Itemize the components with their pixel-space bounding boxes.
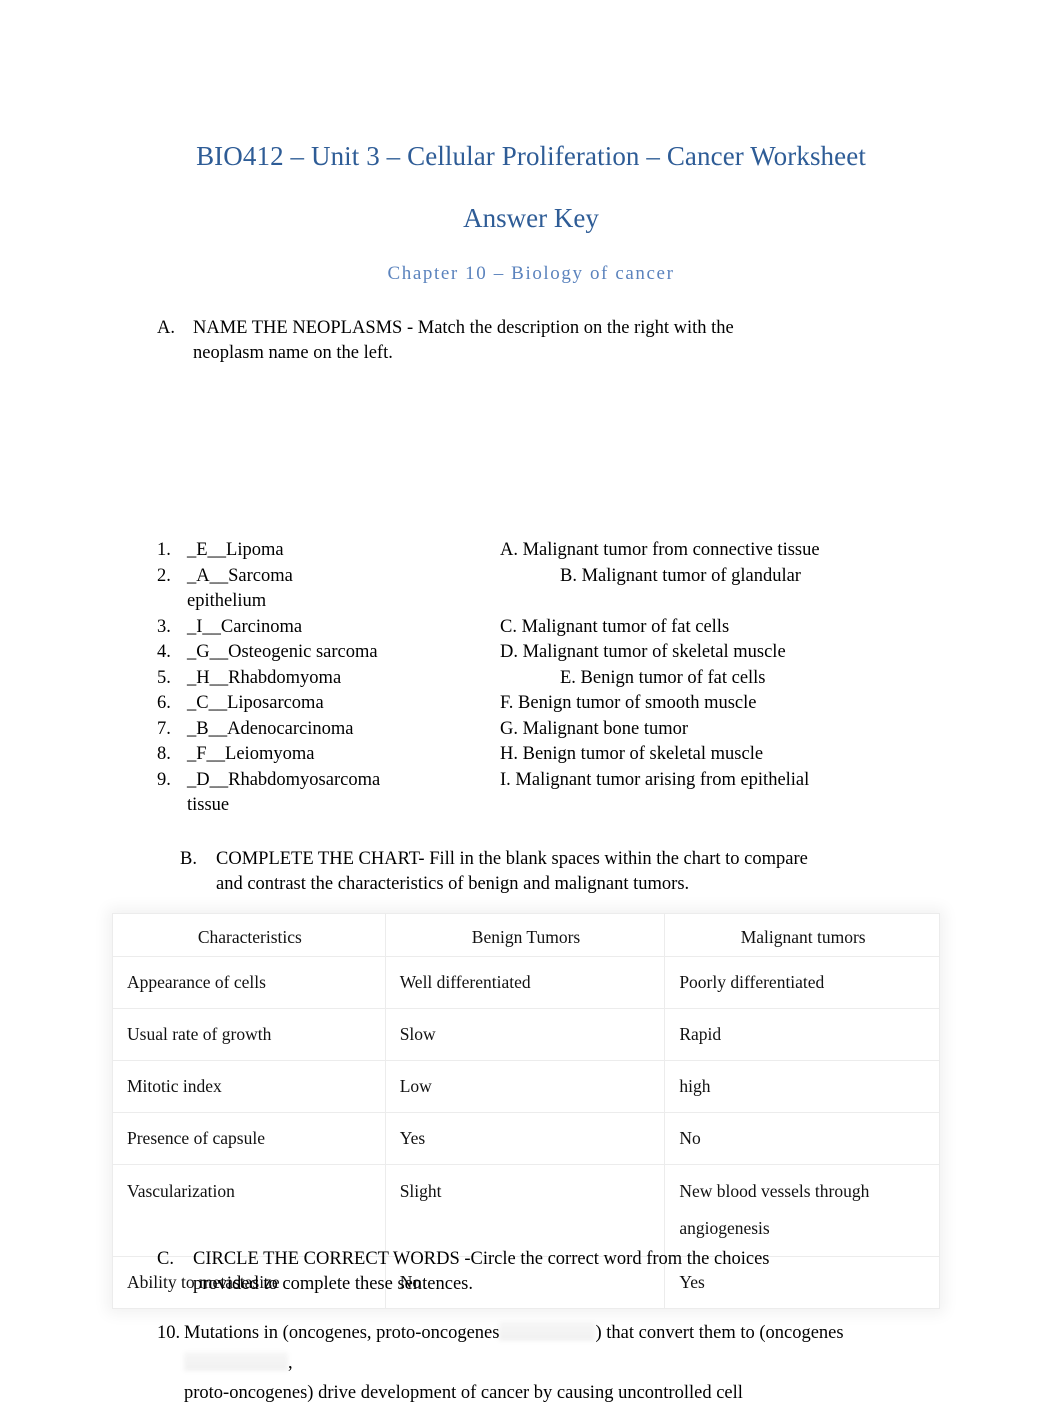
list-item: 3. _I__Carcinoma [157, 615, 497, 641]
list-item-number: 2. [157, 565, 171, 586]
list-item: 2. _A__Sarcoma [157, 564, 497, 590]
list-item-answer: _B__Adenocarcinoma [187, 718, 354, 739]
list-item: 8. _F__Leiomyoma [157, 742, 497, 768]
section-a-text: NAME THE NEOPLASMS - Match the descripti… [193, 318, 734, 363]
question-text-part-a: Mutations in (oncogenes, proto-oncogenes [184, 1323, 500, 1343]
list-item-number: 9. [157, 769, 171, 790]
section-b-letter: B. [180, 849, 197, 869]
matching-left-column: 1. _E__Lipoma 2. _A__Sarcoma epithelium … [157, 538, 497, 819]
chapter-heading: Chapter 10 – Biology of cancer [387, 263, 675, 284]
list-item: 7. _B__Adenocarcinoma [157, 717, 497, 743]
cell-malignant: New blood vessels through angiogenesis [664, 1164, 940, 1257]
list-item-number: 1. [157, 540, 171, 560]
list-item-answer: _I__Carcinoma [187, 616, 303, 637]
section-c-text: CIRCLE THE CORRECT WORDS -Circle the cor… [193, 1249, 770, 1294]
list-item-number: 8. [157, 744, 171, 764]
match-option-e: E. Benign tumor of fat cells [560, 667, 766, 688]
cell-characteristic: Presence of capsule [112, 1112, 386, 1165]
question-text-part-c: , [288, 1353, 293, 1373]
section-c-heading: C. CIRCLE THE CORRECT WORDS -Circle the … [157, 1247, 817, 1297]
document-subtitle: Answer Key [463, 203, 599, 233]
cell-benign: Yes [384, 1112, 666, 1165]
table-row: Appearance of cells Well differentiated … [112, 956, 940, 1009]
cell-characteristic: Appearance of cells [112, 956, 386, 1009]
cell-characteristic: Usual rate of growth [112, 1008, 386, 1061]
table-row: Vascularization Slight New blood vessels… [112, 1164, 940, 1257]
cell-benign: Low [384, 1060, 666, 1113]
table-header-row: Characteristics Benign Tumors Malignant … [112, 913, 940, 957]
cell-benign: Well differentiated [384, 956, 666, 1009]
list-item: 6. _C__Liposarcoma [157, 691, 497, 717]
match-option-a: A. Malignant tumor from connective tissu… [500, 540, 820, 560]
list-item-answer: _C__Liposarcoma [187, 693, 324, 713]
question-line-1: Mutations in (oncogenes, proto-oncogenes… [184, 1318, 947, 1378]
match-option-b: B. Malignant tumor of glandular [560, 565, 801, 586]
list-item-answer: _E__Lipoma [187, 540, 284, 560]
match-option-d: D. Malignant tumor of skeletal muscle [500, 642, 786, 662]
section-c-letter: C. [157, 1249, 174, 1269]
list-item-number: 4. [157, 642, 171, 662]
list-item-answer: _D__Rhabdomyosarcoma [187, 769, 381, 790]
list-item-answer: _A__Sarcoma [187, 565, 293, 586]
list-item: 4. _G__Osteogenic sarcoma [157, 640, 497, 666]
list-item-number: 7. [157, 718, 171, 739]
answer-blank-2[interactable] [184, 1352, 288, 1371]
list-item-answer: _G__Osteogenic sarcoma [187, 642, 378, 662]
list-item-answer: _F__Leiomyoma [187, 744, 315, 764]
match-option-i: I. Malignant tumor arising from epitheli… [500, 769, 810, 790]
matching-right-column: A. Malignant tumor from connective tissu… [500, 538, 920, 793]
question-number: 10. [157, 1323, 181, 1343]
option-spacer [500, 589, 920, 615]
question-line-2: proto-oncogenes) drive development of ca… [184, 1383, 743, 1403]
list-item-number: 6. [157, 693, 171, 713]
table-row: Usual rate of growth Slow Rapid [112, 1008, 940, 1061]
cell-characteristic: Vascularization [112, 1164, 386, 1257]
list-item: 1. _E__Lipoma [157, 538, 497, 564]
document-title: BIO412 – Unit 3 – Cellular Proliferation… [196, 141, 866, 171]
cell-benign: Slow [384, 1008, 666, 1061]
match-option-c: C. Malignant tumor of fat cells [500, 616, 730, 637]
table-row: Mitotic index Low high [112, 1060, 940, 1113]
worksheet-page: BIO412 – Unit 3 – Cellular Proliferation… [0, 0, 1062, 1403]
cell-malignant: No [664, 1112, 940, 1165]
cell-malignant: Poorly differentiated [664, 956, 940, 1009]
cell-malignant: high [664, 1060, 940, 1113]
section-a-heading: A. NAME THE NEOPLASMS - Match the descri… [157, 316, 777, 366]
section-b-heading: B. COMPLETE THE CHART- Fill in the blank… [180, 847, 820, 897]
match-option-h: H. Benign tumor of skeletal muscle [500, 744, 764, 764]
question-text-part-b: ) that convert them to (oncogenes [595, 1323, 844, 1343]
list-item: 9. _D__Rhabdomyosarcoma [157, 768, 497, 794]
column-header-benign: Benign Tumors [384, 913, 666, 957]
section-a-letter: A. [157, 318, 175, 338]
match-option-f: F. Benign tumor of smooth muscle [500, 693, 757, 713]
list-item-number: 5. [157, 667, 171, 688]
list-item: 5. _H__Rhabdomyoma [157, 666, 497, 692]
answer-blank-1[interactable] [499, 1322, 596, 1341]
list-item-number: 3. [157, 616, 171, 637]
table-row: Presence of capsule Yes No [112, 1112, 940, 1165]
section-b-text: COMPLETE THE CHART- Fill in the blank sp… [216, 849, 808, 894]
list-continuation-epithelium: epithelium [187, 591, 267, 611]
question-10: 10. Mutations in (oncogenes, proto-oncog… [157, 1318, 947, 1408]
cell-malignant: Rapid [664, 1008, 940, 1061]
list-item-answer: _H__Rhabdomyoma [187, 667, 342, 688]
match-option-g: G. Malignant bone tumor [500, 718, 689, 739]
column-header-malignant: Malignant tumors [664, 913, 940, 957]
list-continuation-tissue: tissue [187, 795, 230, 815]
column-header-characteristics: Characteristics [112, 913, 386, 957]
cell-characteristic: Mitotic index [112, 1060, 386, 1113]
cell-benign: Slight [384, 1164, 666, 1257]
